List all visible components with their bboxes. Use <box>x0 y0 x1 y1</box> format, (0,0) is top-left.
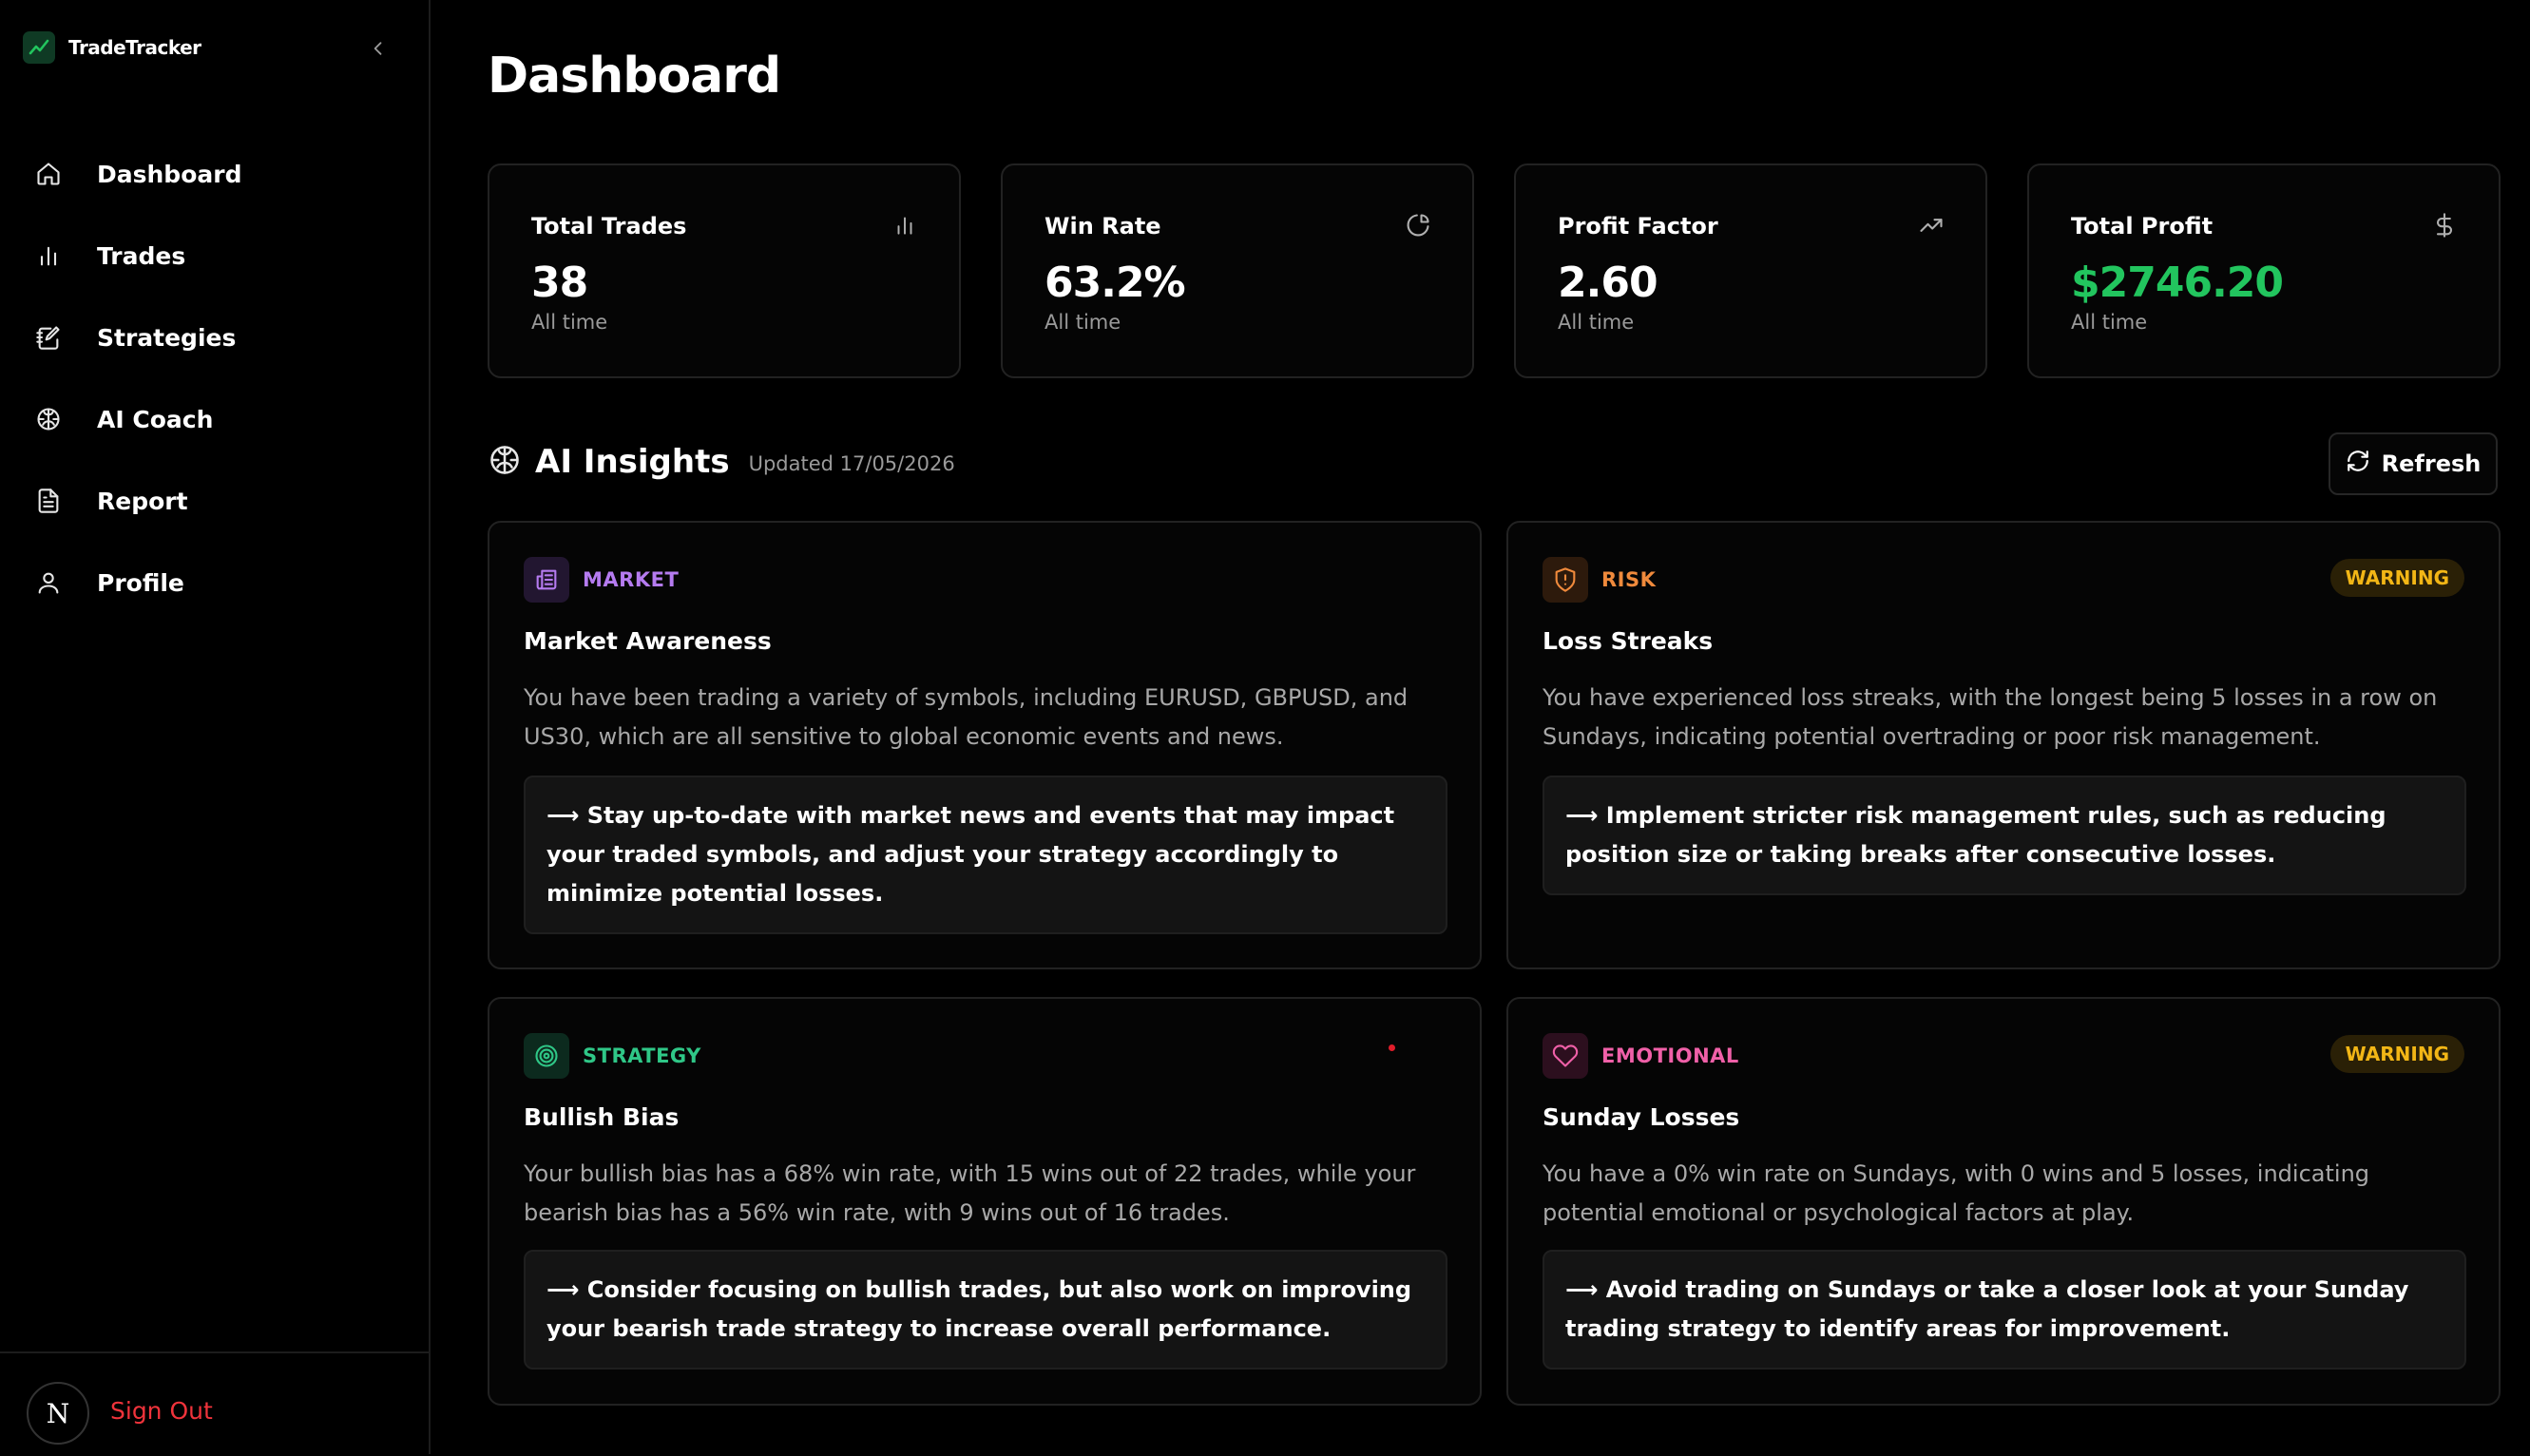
main-content: Dashboard Total Trades 38 All time Win R… <box>431 0 2530 1454</box>
sidebar-item-label: Profile <box>97 568 184 597</box>
insight-card-emotional: EMOTIONAL WARNING Sunday Losses You have… <box>1506 997 2501 1406</box>
brand-name: TradeTracker <box>68 36 201 59</box>
sidebar-item-label: AI Coach <box>97 405 214 433</box>
sidebar-item-strategies[interactable]: Strategies <box>0 297 431 378</box>
stat-subtitle: All time <box>531 311 608 334</box>
stat-card-total-profit: Total Profit $2746.20 All time <box>2027 163 2501 378</box>
stat-card-win-rate: Win Rate 63.2% All time <box>1001 163 1474 378</box>
sidebar-item-ai-coach[interactable]: AI Coach <box>0 378 431 460</box>
avatar[interactable]: N <box>27 1382 89 1445</box>
insight-description: You have experienced loss streaks, with … <box>1543 684 2438 750</box>
chevron-left-icon <box>374 42 382 55</box>
sign-out-button[interactable]: Sign Out <box>110 1397 213 1425</box>
stat-label: Total Trades <box>531 213 687 239</box>
file-text-icon <box>34 487 63 515</box>
stat-subtitle: All time <box>1045 311 1121 334</box>
insights-title: AI Insights <box>535 443 730 481</box>
heart-icon <box>1543 1033 1588 1079</box>
stat-card-total-trades: Total Trades 38 All time <box>488 163 961 378</box>
insight-card-risk: RISK WARNING Loss Streaks You have exper… <box>1506 521 2501 969</box>
insight-description: Your bullish bias has a 68% win rate, wi… <box>524 1160 1416 1226</box>
sidebar-item-label: Dashboard <box>97 160 242 188</box>
home-icon <box>34 160 63 188</box>
insight-category: STRATEGY <box>524 1033 701 1079</box>
insight-title: Sunday Losses <box>1543 1103 1740 1131</box>
insight-action: ⟶ Consider focusing on bullish trades, b… <box>524 1250 1447 1370</box>
insights-updated-timestamp: Updated 17/05/2026 <box>748 452 955 475</box>
bar-chart-icon <box>891 211 919 239</box>
target-icon <box>524 1033 569 1079</box>
sidebar-item-report[interactable]: Report <box>0 460 431 542</box>
sidebar-item-trades[interactable]: Trades <box>0 215 431 297</box>
sidebar-item-dashboard[interactable]: Dashboard <box>0 133 431 215</box>
notebook-pen-icon <box>34 323 63 352</box>
page-title: Dashboard <box>488 48 781 105</box>
stat-subtitle: All time <box>2071 311 2148 334</box>
stat-label: Win Rate <box>1045 213 1161 239</box>
insight-card-market: MARKET Market Awareness You have been tr… <box>488 521 1482 969</box>
stat-subtitle: All time <box>1558 311 1635 334</box>
insight-category: EMOTIONAL <box>1543 1033 1739 1079</box>
refresh-icon <box>2346 449 2370 479</box>
brand[interactable]: TradeTracker <box>23 31 201 64</box>
user-icon <box>34 568 63 597</box>
insight-card-strategy: STRATEGY Bullish Bias Your bullish bias … <box>488 997 1482 1406</box>
stat-label: Profit Factor <box>1558 213 1718 239</box>
sidebar-item-profile[interactable]: Profile <box>0 542 431 623</box>
stat-label: Total Profit <box>2071 213 2214 239</box>
avatar-letter: N <box>46 1397 70 1429</box>
insights-header: AI Insights Updated 17/05/2026 <box>488 443 955 481</box>
insight-category-label: EMOTIONAL <box>1601 1044 1739 1067</box>
insight-description: You have a 0% win rate on Sundays, with … <box>1543 1160 2370 1226</box>
stat-value: $2746.20 <box>2071 259 2284 307</box>
stat-value: 38 <box>531 259 588 307</box>
collapse-sidebar-button[interactable] <box>365 32 392 65</box>
warning-badge: WARNING <box>2329 559 2464 597</box>
refresh-button[interactable]: Refresh <box>2329 432 2498 495</box>
trending-up-logo-icon <box>23 31 55 64</box>
insight-title: Loss Streaks <box>1543 627 1714 655</box>
notification-dot <box>1389 1044 1395 1051</box>
insight-title: Bullish Bias <box>524 1103 680 1131</box>
sidebar-item-label: Strategies <box>97 323 237 352</box>
sidebar-item-label: Trades <box>97 241 186 270</box>
insight-category: MARKET <box>524 557 679 603</box>
insight-action: ⟶ Avoid trading on Sundays or take a clo… <box>1543 1250 2466 1370</box>
bar-chart-icon <box>34 241 63 270</box>
pie-chart-icon <box>1404 211 1432 239</box>
stat-card-profit-factor: Profit Factor 2.60 All time <box>1514 163 1987 378</box>
insight-category-label: RISK <box>1601 568 1657 591</box>
insight-action: ⟶ Stay up-to-date with market news and e… <box>524 776 1447 934</box>
sidebar-footer: N Sign Out <box>0 1351 429 1456</box>
sidebar: TradeTracker Dashboard Trades Strategies <box>0 0 431 1454</box>
sidebar-item-label: Report <box>97 487 188 515</box>
shield-alert-icon <box>1543 557 1588 603</box>
warning-badge: WARNING <box>2329 1035 2464 1073</box>
insight-category-label: STRATEGY <box>583 1044 701 1067</box>
insight-title: Market Awareness <box>524 627 772 655</box>
sidebar-nav: Dashboard Trades Strategies AI Coach Rep… <box>0 133 431 623</box>
refresh-label: Refresh <box>2381 450 2482 477</box>
brain-icon <box>34 405 63 433</box>
brain-icon <box>488 443 522 481</box>
insight-description: You have been trading a variety of symbo… <box>524 684 1409 750</box>
newspaper-icon <box>524 557 569 603</box>
insight-category: RISK <box>1543 557 1656 603</box>
trending-up-icon <box>1917 211 1945 239</box>
stat-value: 2.60 <box>1558 259 1658 307</box>
insight-category-label: MARKET <box>583 568 680 591</box>
insight-action: ⟶ Implement stricter risk management rul… <box>1543 776 2466 895</box>
stat-value: 63.2% <box>1045 259 1186 307</box>
dollar-sign-icon <box>2430 211 2459 239</box>
